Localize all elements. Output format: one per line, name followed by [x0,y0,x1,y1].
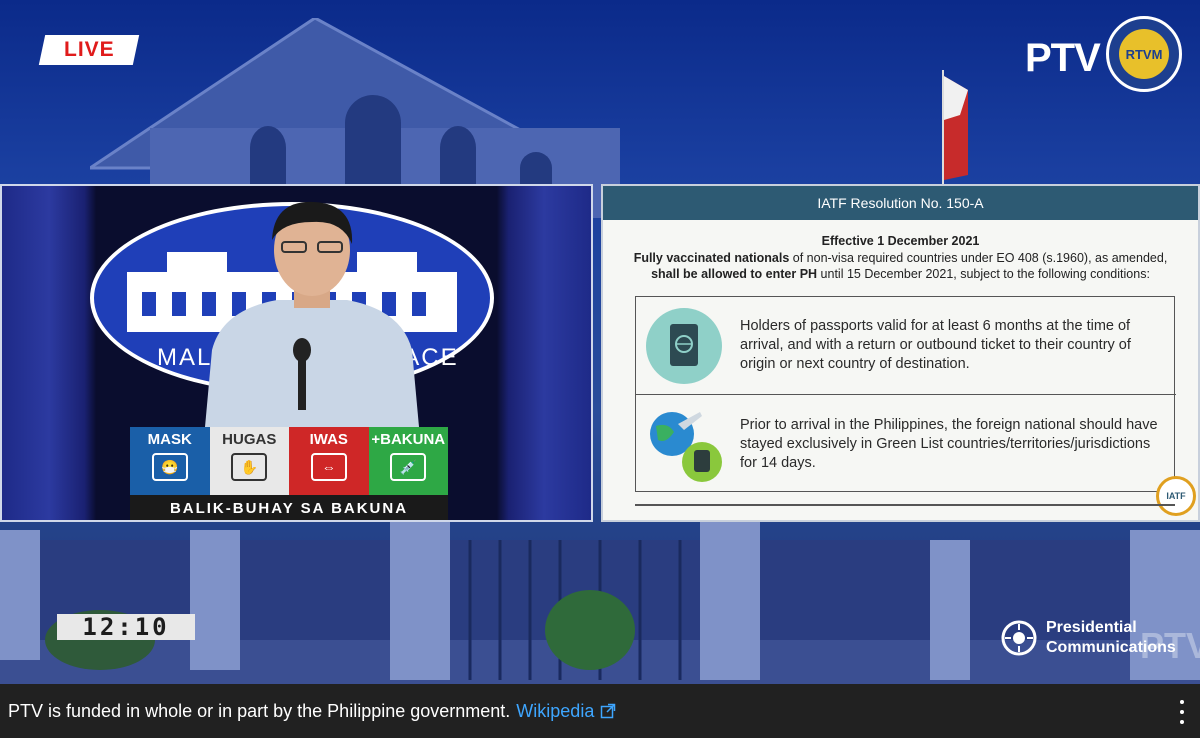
philippine-flag-image [942,70,968,185]
hand-wash-icon: ✋ [231,453,268,481]
time-display: 12:10 [57,613,195,641]
slide-effective-date: Effective 1 December 2021 [821,234,980,248]
funding-notice-text: PTV is funded in whole or in part by the… [8,700,511,721]
condition-item: Holders of passports valid for at least … [636,297,1176,395]
live-label: LIVE [63,38,115,61]
podium: MASK 😷 HUGAS ✋ IWAS ⇔ +BAKUNA 💉 BALIK-BU… [130,427,448,520]
ptv-logo: PTV [1025,36,1101,80]
live-badge: LIVE [38,35,140,65]
passport-icon [646,307,722,384]
palace-gate-background-image [0,520,1200,684]
conditions-box: Holders of passports valid for at least … [635,296,1176,493]
wikipedia-link[interactable]: Wikipedia [516,701,616,722]
slide-lead-text: Fully vaccinated nationals of non-visa r… [633,251,1168,281]
podium-hugas-sign: HUGAS ✋ [209,427,289,495]
distance-icon: ⇔ [310,453,347,481]
pcoo-line-2: Communications [1046,639,1176,656]
pcoo-seal-icon [1001,620,1037,656]
podium-mask-sign: MASK 😷 [130,427,210,495]
face-mask-icon: 😷 [151,453,188,481]
rtvm-seal-text: RTVM [1119,29,1169,79]
condition-item: Prior to arrival in the Philippines, the… [636,395,1176,493]
globe-travel-icon [650,412,722,482]
podium-iwas-sign: IWAS ⇔ [289,427,369,495]
more-options-icon[interactable] [1180,700,1186,724]
podium-slogan: BALIK-BUHAY SA BAKUNA [169,500,409,517]
slide-divider [635,504,1175,506]
iatf-logo-icon: IATF [1156,476,1196,516]
pcoo-line-1: Presidential [1046,619,1137,636]
speaker-figure-image [202,201,422,460]
video-frame[interactable]: LIVE PTV RTVM MALACAÑANG PALACE [0,0,1200,684]
pcoo-logo: Presidential Communications [1000,618,1176,658]
speaker-video-panel: MALACAÑANG PALACE MASK 😷 HUGAS ✋ [0,184,593,522]
podium-bakuna-sign: +BAKUNA 💉 [368,427,448,495]
funding-info-bar: PTV is funded in whole or in part by the… [0,684,1200,738]
syringe-icon: 💉 [390,453,427,481]
slide-title: IATF Resolution No. 150-A [603,186,1198,220]
external-link-icon [601,703,616,719]
condition-text: Holders of passports valid for at least … [740,318,1131,372]
condition-text: Prior to arrival in the Philippines, the… [740,416,1158,471]
rtvm-seal-icon: RTVM [1106,16,1182,92]
iatf-slide-panel: IATF Resolution No. 150-A Effective 1 De… [601,184,1200,522]
